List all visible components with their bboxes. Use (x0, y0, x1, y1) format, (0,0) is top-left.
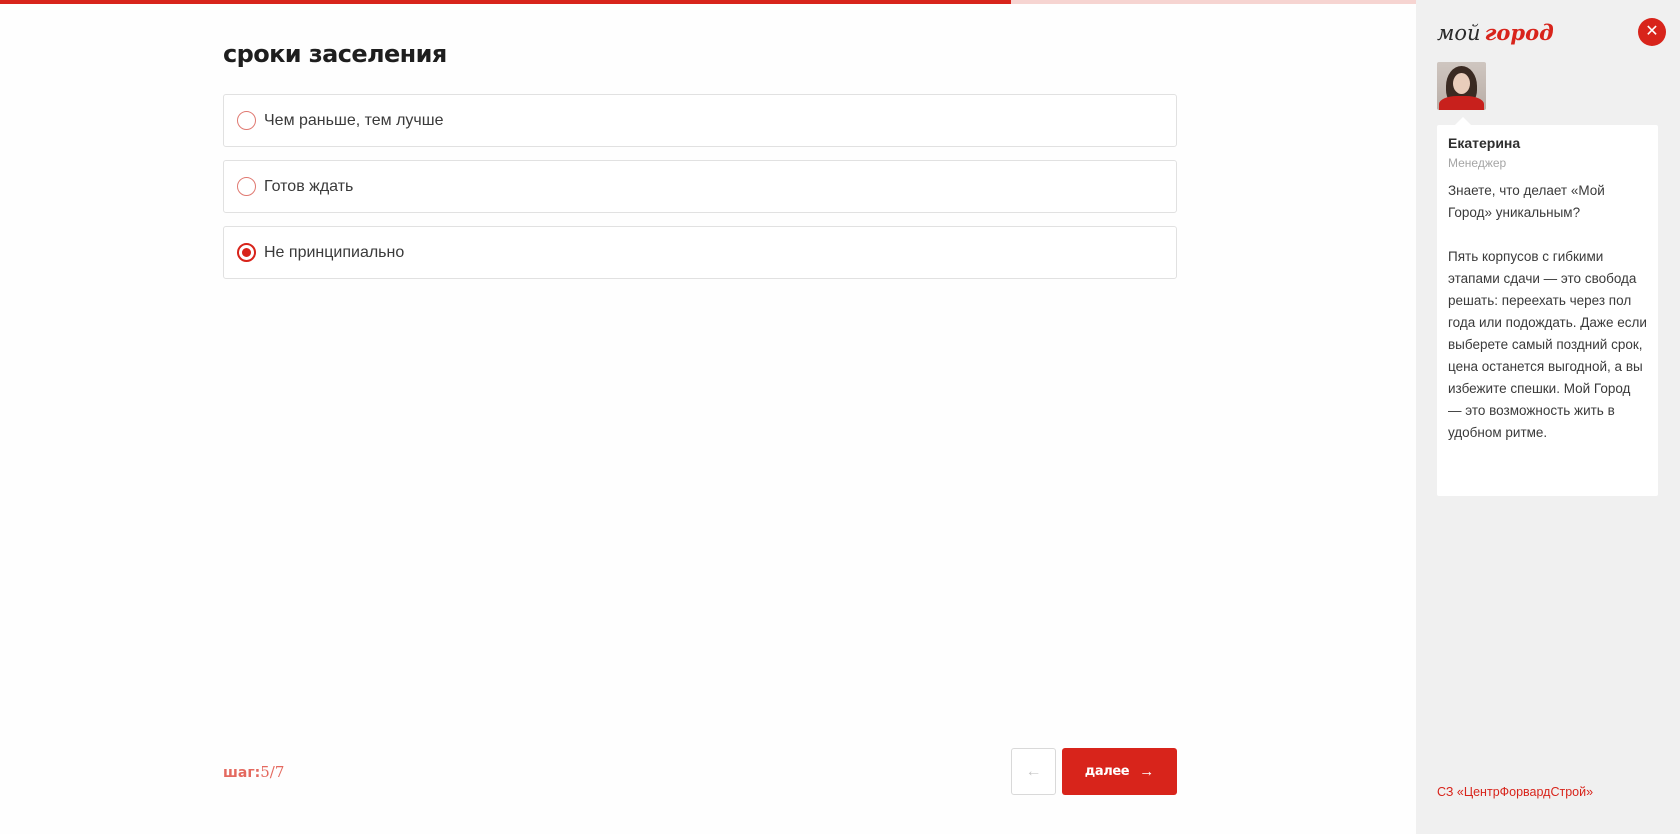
logo: мой город (1437, 20, 1554, 46)
step-counter: шаг:5/7 (223, 763, 285, 781)
close-icon: ✕ (1645, 23, 1659, 40)
step-label: шаг: (223, 765, 261, 781)
manager-message: Знаете, что делает «Мой Город» уникальны… (1448, 183, 1647, 440)
close-button[interactable]: ✕ (1638, 18, 1666, 46)
step-current: 5 (260, 763, 270, 781)
arrow-right-icon: → (1139, 763, 1155, 780)
question-title: сроки заселения (223, 40, 447, 68)
manager-sidebar: мой город ✕ Екатерина Менеджер Знаете, чт… (1416, 0, 1680, 834)
answer-option[interactable]: Готов ждать (223, 160, 1177, 213)
arrow-left-icon: ← (1025, 762, 1042, 780)
next-button-label: далее (1084, 764, 1130, 779)
back-button[interactable]: ← (1011, 748, 1056, 795)
manager-avatar (1437, 62, 1486, 110)
answer-option[interactable]: Чем раньше, тем лучше (223, 94, 1177, 147)
radio-button[interactable] (237, 243, 256, 262)
company-name: СЗ «ЦентрФорвардСтрой» (1437, 785, 1594, 799)
answer-options: Чем раньше, тем лучше Готов ждать Не при… (223, 94, 1177, 292)
answer-option[interactable]: Не принципиально (223, 226, 1177, 279)
manager-name: Екатерина (1448, 135, 1521, 151)
logo-part2: город (1484, 20, 1554, 45)
quiz-main: сроки заселения Чем раньше, тем лучше Го… (223, 0, 1177, 834)
next-button[interactable]: далее → (1062, 748, 1177, 795)
radio-button[interactable] (237, 177, 256, 196)
answer-option-label: Готов ждать (264, 177, 354, 195)
manager-role: Менеджер (1448, 156, 1507, 170)
answer-option-label: Чем раньше, тем лучше (264, 111, 444, 129)
step-total: 7 (274, 763, 285, 781)
answer-option-label: Не принципиально (264, 243, 405, 261)
logo-part1: мой (1437, 21, 1481, 45)
radio-button[interactable] (237, 111, 256, 130)
manager-message-card: Екатерина Менеджер Знаете, что делает «М… (1437, 117, 1658, 496)
